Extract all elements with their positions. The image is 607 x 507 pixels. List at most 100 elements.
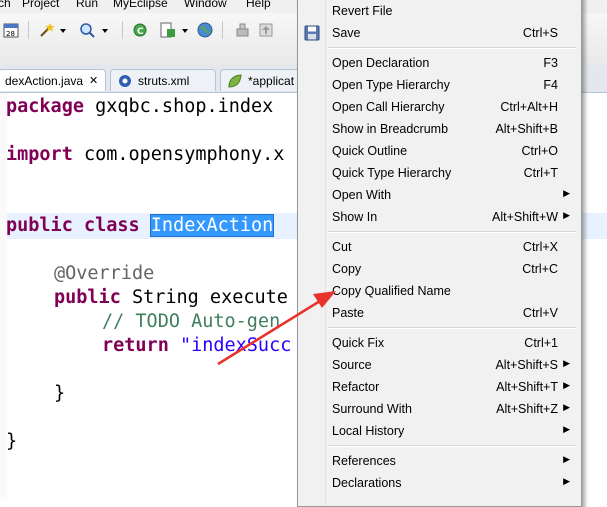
search-icon[interactable] [78, 21, 96, 39]
menu-item-shortcut: Alt+Shift+B [495, 122, 558, 136]
submenu-arrow-icon: ▶ [563, 210, 570, 220]
menu-item-label: Revert File [332, 4, 393, 18]
menu-item-label: Refactor [332, 380, 380, 394]
tab-label: dexAction.java [5, 73, 84, 88]
context-menu: Revert File Save Ctrl+S Open Declaration F3 O… [297, 0, 582, 507]
menu-item-open-declaration[interactable]: Open Declaration F3 [326, 53, 578, 75]
calendar-icon[interactable]: 28 [2, 21, 20, 39]
deploy-icon[interactable] [257, 21, 275, 39]
menu-separator [328, 327, 576, 329]
menu-item-shortcut: Ctrl+X [522, 240, 558, 254]
menu-item-label: Open Declaration [332, 56, 430, 70]
menu-item-label: Local History [332, 424, 405, 438]
code-line-return: return "indexSucc [102, 335, 292, 356]
menu-item-shortcut: Alt+Shift+W [492, 210, 558, 224]
menu-item-label: Source [332, 358, 372, 372]
submenu-arrow-icon: ▶ [563, 476, 570, 486]
code-line-override: @Override [54, 263, 155, 284]
code-line-class: public class IndexAction [6, 214, 275, 237]
menu-item-label: Copy Qualified Name [332, 284, 451, 298]
menu-item-save[interactable]: Save Ctrl+S [326, 23, 578, 45]
open-file-icon[interactable] [158, 21, 176, 39]
submenu-arrow-icon: ▶ [563, 358, 570, 368]
context-menu-icon-column [298, 0, 326, 506]
menu-item-label: Open With [332, 188, 392, 202]
menu-item-label: Quick Type Hierarchy [332, 166, 452, 180]
menu-item-shortcut: F4 [543, 78, 558, 92]
menu-item-shortcut: F3 [543, 56, 558, 70]
menu-item-quick-outline[interactable]: Quick Outline Ctrl+O [326, 141, 578, 163]
build-icon[interactable] [234, 21, 252, 39]
menu-item-open-call-hierarchy[interactable]: Open Call Hierarchy Ctrl+Alt+H [326, 97, 578, 119]
selected-class-name[interactable]: IndexAction [149, 214, 275, 237]
chevron-down-icon[interactable] [58, 21, 68, 39]
menu-item-shortcut: Ctrl+Alt+H [500, 100, 558, 114]
wand-icon[interactable] [38, 21, 56, 39]
menu-item-paste[interactable]: Paste Ctrl+V [326, 303, 578, 325]
menu-item-copy[interactable]: Copy Ctrl+C [326, 259, 578, 281]
menu-item-open-type-hierarchy[interactable]: Open Type Hierarchy F4 [326, 75, 578, 97]
menu-help[interactable]: Help [246, 0, 271, 10]
submenu-arrow-icon: ▶ [563, 380, 570, 390]
menu-separator [328, 445, 576, 447]
menu-item-label: Declarations [332, 476, 402, 490]
svg-text:28: 28 [6, 30, 15, 38]
chevron-down-icon[interactable] [100, 21, 110, 39]
tab-indexaction-java[interactable]: dexAction.java ✕ [0, 69, 106, 91]
save-icon [304, 25, 320, 41]
menu-search[interactable]: ch [0, 0, 11, 10]
menu-item-shortcut: Alt+Shift+S [495, 358, 558, 372]
menu-item-shortcut: Ctrl+V [522, 306, 558, 320]
menu-item-show-in[interactable]: Show In Alt+Shift+W ▶ [326, 207, 578, 229]
menu-myeclipse[interactable]: MyEclipse [113, 0, 168, 10]
globe-icon[interactable] [196, 21, 214, 39]
new-class-icon[interactable]: C [131, 21, 149, 39]
menu-item-declarations[interactable]: Declarations ▶ [326, 473, 578, 495]
menu-run[interactable]: Run [76, 0, 98, 10]
code-line-comment: // TODO Auto-gen [102, 311, 281, 332]
menu-item-shortcut: Ctrl+C [522, 262, 558, 276]
code-line-close-method: } [54, 383, 66, 404]
toolbar-separator [222, 21, 223, 39]
menu-item-show-in-breadcrumb[interactable]: Show in Breadcrumb Alt+Shift+B [326, 119, 578, 141]
tab-struts-xml[interactable]: struts.xml [110, 69, 216, 91]
menu-project[interactable]: Project [22, 0, 59, 10]
menu-item-quick-type-hierarchy[interactable]: Quick Type Hierarchy Ctrl+T [326, 163, 578, 185]
code-line-package: package gxqbc.shop.index [6, 96, 274, 117]
gear-icon [119, 74, 131, 87]
menu-item-cut[interactable]: Cut Ctrl+X [326, 237, 578, 259]
toolbar-separator [122, 21, 123, 39]
svg-text:C: C [137, 27, 144, 37]
chevron-down-icon[interactable] [180, 21, 190, 39]
menu-item-references[interactable]: References ▶ [326, 451, 578, 473]
menu-item-label: Quick Fix [332, 336, 385, 350]
menu-item-label: Copy [332, 262, 362, 276]
menu-item-open-with[interactable]: Open With ▶ [326, 185, 578, 207]
menu-item-label: Open Type Hierarchy [332, 78, 450, 92]
menu-item-label: Show In [332, 210, 378, 224]
menu-item-label: Quick Outline [332, 144, 408, 158]
menu-item-refactor[interactable]: Refactor Alt+Shift+T ▶ [326, 377, 578, 399]
menu-item-local-history[interactable]: Local History ▶ [326, 421, 578, 443]
menu-item-source[interactable]: Source Alt+Shift+S ▶ [326, 355, 578, 377]
toolbar-separator [28, 21, 29, 39]
menu-item-surround-with[interactable]: Surround With Alt+Shift+Z ▶ [326, 399, 578, 421]
menu-item-shortcut: Alt+Shift+Z [496, 402, 558, 416]
close-icon[interactable]: ✕ [89, 74, 98, 87]
code-line-import: import com.opensymphony.x [6, 144, 285, 165]
submenu-arrow-icon: ▶ [563, 188, 570, 198]
menu-item-shortcut: Ctrl+1 [524, 336, 558, 350]
tab-label: *applicat [248, 73, 295, 88]
menu-item-shortcut: Alt+Shift+T [496, 380, 558, 394]
menu-window[interactable]: Window [184, 0, 227, 10]
menu-item-label: Paste [332, 306, 364, 320]
submenu-arrow-icon: ▶ [563, 454, 570, 464]
tab-label: struts.xml [138, 73, 190, 88]
menu-separator [328, 231, 576, 233]
leaf-icon [228, 73, 242, 88]
menu-item-shortcut: Ctrl+T [523, 166, 558, 180]
menu-item-copy-qualified-name[interactable]: Copy Qualified Name [326, 281, 578, 303]
menu-item-label: References [332, 454, 396, 468]
menu-item-revert-file[interactable]: Revert File [326, 1, 578, 23]
menu-item-quick-fix[interactable]: Quick Fix Ctrl+1 [326, 333, 578, 355]
